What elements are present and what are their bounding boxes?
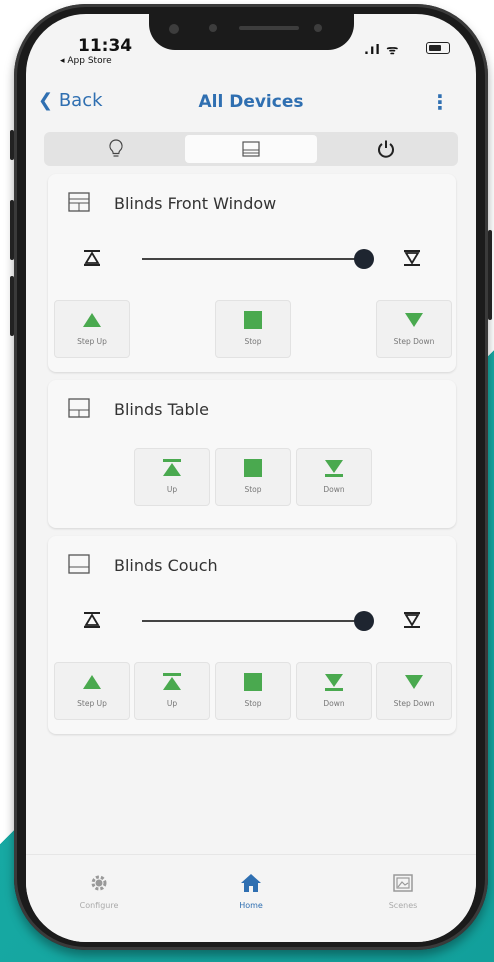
signal-wifi-icon: .ıl ᯤ <box>364 43 400 58</box>
tab-blinds[interactable] <box>185 135 317 163</box>
triangle-down-icon <box>405 675 423 689</box>
step-up-button[interactable]: Step Up <box>54 300 130 358</box>
triangle-up-icon <box>83 675 101 689</box>
tab-configure[interactable]: Configure <box>54 873 144 910</box>
control-label: Step Up <box>77 699 107 708</box>
control-label: Stop <box>244 337 262 346</box>
tab-scenes[interactable]: Scenes <box>358 873 448 910</box>
tab-label: Configure <box>79 901 119 910</box>
more-options-icon[interactable]: ⋮ <box>430 90 450 114</box>
full-down-icon <box>325 460 343 477</box>
bottom-tab-bar: Configure Home Scenes <box>26 854 476 942</box>
device-card-couch: Blinds Couch Step Up Up Stop Down Step D… <box>48 536 456 734</box>
status-time: 11:34 <box>78 36 133 56</box>
open-blinds-icon[interactable] <box>82 250 102 266</box>
control-label: Down <box>323 699 345 708</box>
device-title: Blinds Front Window <box>114 194 277 213</box>
full-down-icon <box>325 674 343 691</box>
battery-icon <box>426 42 450 54</box>
control-label: Step Down <box>393 699 435 708</box>
close-blinds-icon[interactable] <box>402 612 422 628</box>
control-label: Stop <box>244 485 262 494</box>
navigation-bar: ❮ Back All Devices ⋮ <box>26 88 476 128</box>
close-blinds-icon[interactable] <box>402 250 422 266</box>
stop-square-icon <box>244 673 262 691</box>
position-slider-knob[interactable] <box>354 611 374 631</box>
step-up-button[interactable]: Step Up <box>54 662 130 720</box>
step-down-button[interactable]: Step Down <box>376 300 452 358</box>
tab-home[interactable]: Home <box>206 873 296 910</box>
position-slider-knob[interactable] <box>354 249 374 269</box>
tab-label: Home <box>239 901 263 910</box>
power-icon <box>378 140 394 158</box>
open-blinds-icon[interactable] <box>82 612 102 628</box>
gear-icon <box>91 875 107 891</box>
device-type-tabs <box>44 132 458 166</box>
device-card-table: Blinds Table Up Stop Down <box>48 380 456 528</box>
home-icon <box>241 874 261 892</box>
control-label: Step Up <box>77 337 107 346</box>
stop-button[interactable]: Stop <box>215 300 291 358</box>
device-title: Blinds Table <box>114 400 209 419</box>
device-card-front-window: Blinds Front Window Step Up Stop Step Do… <box>48 174 456 372</box>
blinds-icon <box>242 141 260 157</box>
stop-button[interactable]: Stop <box>215 662 291 720</box>
stop-button[interactable]: Stop <box>215 448 291 506</box>
volume-down-button <box>10 276 14 336</box>
up-button[interactable]: Up <box>134 448 210 506</box>
blinds-icon <box>68 192 90 212</box>
full-up-icon <box>163 673 181 690</box>
blinds-icon <box>68 554 90 574</box>
down-button[interactable]: Down <box>296 662 372 720</box>
volume-up-button <box>10 200 14 260</box>
down-button[interactable]: Down <box>296 448 372 506</box>
position-slider-track[interactable] <box>142 258 364 260</box>
triangle-down-icon <box>405 313 423 327</box>
step-down-button[interactable]: Step Down <box>376 662 452 720</box>
phone-screen: 11:34 ◂ App Store .ıl ᯤ ❮ Back All Devic… <box>26 14 476 942</box>
blinds-icon <box>68 398 90 418</box>
tab-label: Scenes <box>388 901 418 910</box>
tab-lights[interactable] <box>50 135 182 163</box>
tab-power[interactable] <box>320 135 452 163</box>
control-label: Stop <box>244 699 262 708</box>
device-title: Blinds Couch <box>114 556 218 575</box>
notch <box>149 14 354 50</box>
control-label: Up <box>166 699 178 708</box>
power-side-button <box>488 230 492 320</box>
mute-switch <box>10 130 14 160</box>
position-slider-track[interactable] <box>142 620 364 622</box>
status-back-to-app[interactable]: ◂ App Store <box>60 56 112 66</box>
full-up-icon <box>163 459 181 476</box>
bulb-icon <box>109 139 123 157</box>
stop-square-icon <box>244 459 262 477</box>
scenes-icon <box>393 874 413 892</box>
control-label: Down <box>323 485 345 494</box>
stop-square-icon <box>244 311 262 329</box>
page-title: All Devices <box>198 92 304 112</box>
triangle-up-icon <box>83 313 101 327</box>
up-button[interactable]: Up <box>134 662 210 720</box>
control-label: Step Down <box>393 337 435 346</box>
control-label: Up <box>166 485 178 494</box>
